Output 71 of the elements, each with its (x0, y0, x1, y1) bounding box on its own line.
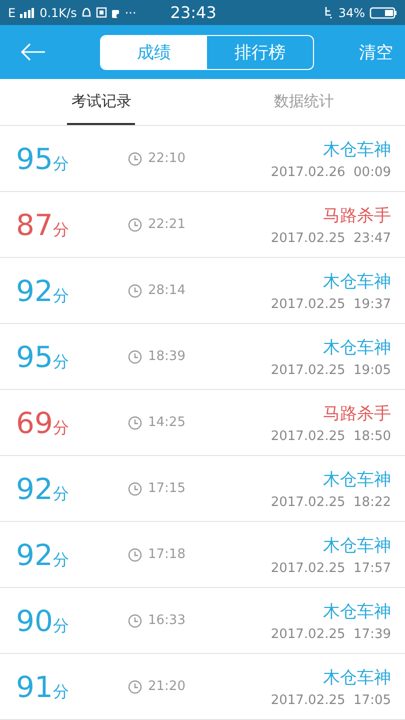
app-icon (96, 7, 107, 18)
duration-text: 17:18 (148, 547, 186, 562)
record-date: 2017.02.25 17:39 (270, 626, 391, 642)
clock-icon (128, 416, 142, 430)
score-unit: 分 (52, 154, 69, 174)
record-date: 2017.02.25 17:57 (270, 560, 391, 576)
tab[interactable]: 数据统计 (270, 79, 338, 125)
record-date: 2017.02.25 23:47 (270, 230, 391, 246)
record-date: 2017.02.26 00:09 (270, 164, 391, 180)
score-value: 92 (16, 472, 53, 506)
clock: 23:43 (170, 3, 216, 22)
more-indicator: ··· (124, 6, 136, 20)
clock-icon (128, 350, 142, 364)
clock-icon (128, 614, 142, 628)
signal-icon (20, 8, 34, 18)
score-unit: 分 (52, 550, 69, 570)
score-value: 95 (16, 142, 53, 176)
segment-tab[interactable]: 成绩 (101, 36, 207, 68)
score-value: 92 (16, 274, 53, 308)
score-value: 87 (16, 208, 53, 242)
tab[interactable]: 考试记录 (67, 79, 136, 125)
score-value: 69 (16, 406, 53, 440)
back-button[interactable] (20, 43, 46, 61)
record-date: 2017.02.25 18:50 (270, 428, 391, 444)
clock-icon (128, 680, 142, 694)
duration-text: 21:20 (148, 679, 186, 694)
rank-title: 木仓车神 (323, 138, 391, 160)
rank-title: 木仓车神 (323, 600, 391, 622)
clock-icon (128, 218, 142, 232)
score-value: 92 (16, 538, 53, 572)
clock-icon (128, 482, 142, 496)
score-value: 90 (16, 604, 53, 638)
score-unit: 分 (52, 418, 69, 438)
record-date: 2017.02.25 17:05 (270, 692, 391, 708)
score-unit: 分 (52, 286, 69, 306)
network-type: E (8, 6, 16, 20)
duration-text: 22:21 (148, 217, 186, 232)
clock-icon (128, 152, 142, 166)
score-unit: 分 (52, 682, 69, 702)
duration-text: 16:33 (148, 613, 186, 628)
score-value: 95 (16, 340, 53, 374)
score-unit: 分 (52, 352, 69, 372)
battery-icon (369, 6, 397, 18)
duration-text: 18:39 (148, 349, 186, 364)
network-speed: 0.1K/s (40, 6, 77, 20)
clear-button[interactable]: 清空 (359, 40, 393, 64)
rank-title: 木仓车神 (323, 336, 391, 358)
bell-icon (80, 6, 92, 18)
duration-text: 14:25 (148, 415, 186, 430)
data-icon (325, 6, 334, 19)
clock-icon (128, 548, 142, 562)
score-value: 91 (16, 670, 53, 704)
rank-title: 木仓车神 (323, 468, 391, 490)
back-arrow-icon (20, 43, 46, 61)
record-date: 2017.02.25 19:37 (270, 296, 391, 312)
rank-title: 马路杀手 (323, 204, 391, 226)
score-unit: 分 (52, 220, 69, 240)
rank-title: 马路杀手 (323, 402, 391, 424)
battery-level: 34% (338, 6, 365, 20)
record-date: 2017.02.25 18:22 (270, 494, 391, 510)
duration-text: 22:10 (148, 151, 186, 166)
duration-text: 28:14 (148, 283, 186, 298)
segment-tab[interactable]: 排行榜 (207, 36, 313, 68)
duration-text: 17:15 (148, 481, 186, 496)
clock-icon (128, 284, 142, 298)
score-unit: 分 (52, 616, 69, 636)
rank-title: 木仓车神 (323, 666, 391, 688)
rank-title: 木仓车神 (323, 534, 391, 556)
rank-title: 木仓车神 (323, 270, 391, 292)
score-unit: 分 (52, 484, 69, 504)
record-date: 2017.02.25 19:05 (270, 362, 391, 378)
